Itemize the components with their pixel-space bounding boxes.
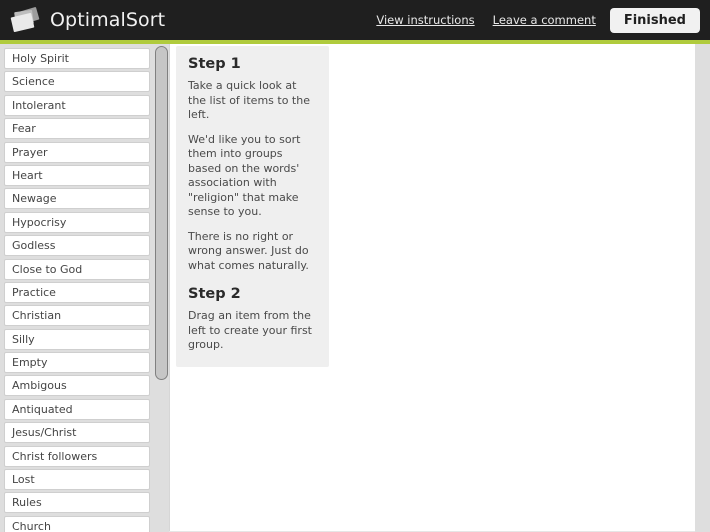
list-item[interactable]: Intolerant: [4, 94, 150, 116]
step2-paragraph-1: Drag an item from the left to create you…: [188, 309, 312, 352]
list-item[interactable]: Science: [4, 71, 150, 93]
list-item[interactable]: Practice: [4, 281, 150, 303]
app-header: OptimalSort View instructions Leave a co…: [0, 0, 710, 40]
card-list: Holy Spirit Science Intolerant Fear Pray…: [4, 48, 150, 532]
list-item[interactable]: Church: [4, 515, 150, 532]
list-item[interactable]: Holy Spirit: [4, 48, 150, 69]
list-item[interactable]: Empty: [4, 352, 150, 374]
brand-name: OptimalSort: [50, 9, 166, 31]
list-item[interactable]: Rules: [4, 492, 150, 514]
list-item[interactable]: Fear: [4, 118, 150, 140]
list-item[interactable]: Godless: [4, 235, 150, 257]
step1-paragraph-1: Take a quick look at the list of items t…: [188, 79, 310, 122]
step1-title: Step 1: [188, 56, 241, 72]
step2-title: Step 2: [188, 286, 241, 303]
view-instructions-link[interactable]: View instructions: [376, 13, 474, 27]
card-list-sidebar: Holy Spirit Science Intolerant Fear Pray…: [0, 44, 169, 532]
sidebar-scrollbar-thumb[interactable]: [155, 46, 168, 380]
list-item[interactable]: Close to God: [4, 258, 150, 280]
list-item[interactable]: Silly: [4, 328, 150, 350]
list-item[interactable]: Ambigous: [4, 375, 150, 397]
right-gutter: [695, 44, 710, 532]
instructions-panel: Step 1 Take a quick look at the list of …: [176, 46, 329, 367]
header-actions: View instructions Leave a comment Finish…: [376, 0, 700, 40]
finished-button[interactable]: Finished: [609, 7, 700, 33]
sort-workspace[interactable]: Step 1 Take a quick look at the list of …: [169, 44, 695, 532]
step1-paragraph-3: There is no right or wrong answer. Just …: [188, 229, 309, 272]
step1-paragraph-2: We'd like you to sort them into groups b…: [188, 132, 301, 219]
list-item[interactable]: Antiquated: [4, 398, 150, 420]
stacked-cards-icon: [10, 6, 44, 34]
list-item[interactable]: Christian: [4, 305, 150, 327]
list-item[interactable]: Heart: [4, 164, 150, 186]
list-item[interactable]: Christ followers: [4, 445, 150, 467]
list-item[interactable]: Lost: [4, 469, 150, 491]
leave-a-comment-link[interactable]: Leave a comment: [493, 13, 596, 27]
optimalsort-app: OptimalSort View instructions Leave a co…: [0, 0, 710, 532]
list-item[interactable]: Prayer: [4, 141, 150, 163]
brand: OptimalSort: [10, 0, 165, 40]
list-item[interactable]: Jesus/Christ: [4, 422, 150, 444]
list-item[interactable]: Newage: [4, 188, 150, 210]
list-item[interactable]: Hypocrisy: [4, 211, 150, 233]
